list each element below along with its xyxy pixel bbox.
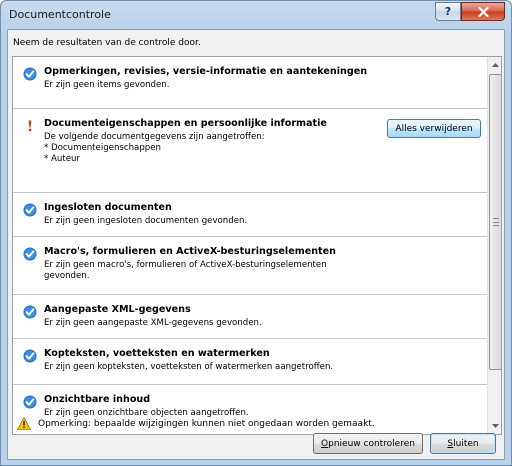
help-button[interactable]: ? bbox=[435, 2, 461, 21]
result-item-embedded-documents: Ingesloten documenten Er zijn geen inges… bbox=[13, 193, 487, 237]
dialog-client-area: Neem de resultaten van de controle door.… bbox=[7, 29, 505, 460]
checkmark-icon bbox=[23, 349, 37, 363]
checkmark-icon bbox=[23, 395, 37, 409]
recheck-button-label: pnieuw controleren bbox=[328, 438, 415, 449]
instruction-text: Neem de resultaten van de controle door. bbox=[13, 38, 201, 48]
result-item-custom-xml: Aangepaste XML-gegevens Er zijn geen aan… bbox=[13, 295, 487, 339]
result-description: Er zijn geen ingesloten documenten gevon… bbox=[44, 216, 248, 226]
checkmark-icon bbox=[23, 305, 37, 319]
result-description: De volgende documentgegevens zijn aanget… bbox=[44, 132, 374, 165]
recheck-button-accesskey: O bbox=[321, 438, 329, 449]
result-description-line: * Auteur bbox=[44, 154, 80, 164]
checkmark-icon bbox=[23, 247, 37, 261]
result-title: Documenteigenschappen en persoonlijke in… bbox=[44, 118, 327, 129]
exclamation-icon bbox=[28, 120, 32, 132]
close-window-button[interactable] bbox=[461, 2, 505, 21]
result-description-line: * Documenteigenschappen bbox=[44, 143, 161, 153]
checkmark-icon bbox=[23, 67, 37, 81]
result-title: Aangepaste XML-gegevens bbox=[44, 304, 191, 315]
scroll-up-arrow-icon bbox=[492, 63, 499, 67]
result-item-document-properties: Documenteigenschappen en persoonlijke in… bbox=[13, 109, 487, 193]
scroll-down-arrow-icon bbox=[492, 424, 499, 428]
result-title: Kopteksten, voetteksten en watermerken bbox=[44, 348, 270, 359]
result-title: Onzichtbare inhoud bbox=[44, 394, 151, 405]
result-description: Er zijn geen aangepaste XML-gegevens gev… bbox=[44, 318, 262, 328]
checkmark-icon bbox=[23, 203, 37, 217]
result-description-line: gevonden. bbox=[44, 271, 90, 281]
result-item-headers-footers: Kopteksten, voetteksten en watermerken E… bbox=[13, 339, 487, 385]
title-bar[interactable]: Documentcontrole ? bbox=[1, 1, 511, 29]
result-description: Er zijn geen kopteksten, voetteksten of … bbox=[44, 362, 334, 372]
close-button[interactable]: Sluiten bbox=[430, 433, 496, 454]
close-icon bbox=[477, 6, 489, 17]
close-button-label: luiten bbox=[453, 438, 479, 449]
result-description: Er zijn geen macro's, formulieren of Act… bbox=[44, 260, 374, 282]
vertical-scrollbar[interactable] bbox=[487, 57, 501, 434]
results-list-viewport: Opmerkingen, revisies, versie-informatie… bbox=[13, 57, 487, 434]
scrollbar-thumb[interactable] bbox=[489, 74, 501, 370]
document-inspector-window: Documentcontrole ? Neem de resultaten va… bbox=[0, 0, 512, 466]
recheck-button[interactable]: Opnieuw controleren bbox=[313, 433, 423, 454]
result-description: Er zijn geen items gevonden. bbox=[44, 80, 170, 90]
window-title: Documentcontrole bbox=[9, 8, 111, 21]
result-description-line: Er zijn geen macro's, formulieren of Act… bbox=[44, 260, 327, 270]
result-item-comments: Opmerkingen, revisies, versie-informatie… bbox=[13, 57, 487, 109]
result-description-line: De volgende documentgegevens zijn aanget… bbox=[44, 132, 265, 142]
result-description: Er zijn geen onzichtbare objecten aanget… bbox=[44, 408, 249, 418]
remove-all-button[interactable]: Alles verwijderen bbox=[387, 119, 481, 138]
result-item-macros: Macro's, formulieren en ActiveX-besturin… bbox=[13, 237, 487, 295]
results-list: Opmerkingen, revisies, versie-informatie… bbox=[12, 56, 502, 435]
scrollbar-grip-icon bbox=[493, 218, 499, 226]
scroll-up-button[interactable] bbox=[488, 57, 501, 73]
result-title: Ingesloten documenten bbox=[44, 202, 172, 213]
result-title: Opmerkingen, revisies, versie-informatie… bbox=[44, 66, 368, 77]
scroll-down-button[interactable] bbox=[488, 418, 501, 434]
warning-note: Opmerking: bepaalde wijzigingen kunnen n… bbox=[38, 419, 375, 429]
warning-icon bbox=[17, 417, 31, 430]
result-title: Macro's, formulieren en ActiveX-besturin… bbox=[44, 246, 336, 257]
